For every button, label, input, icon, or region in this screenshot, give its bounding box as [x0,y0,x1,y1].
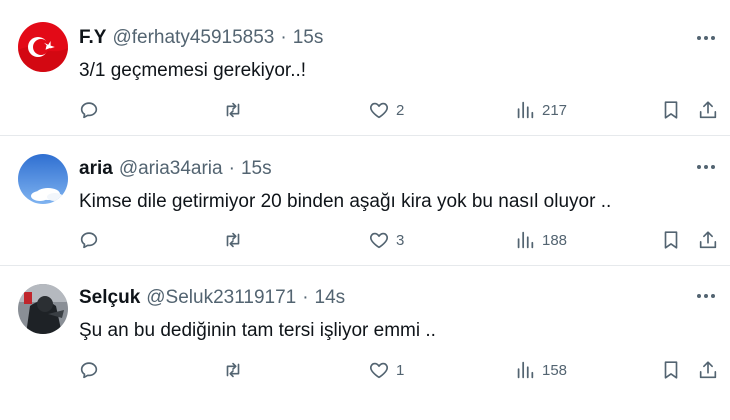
tweet[interactable]: aria @aria34aria · 15s Kimse dile getirm… [0,136,730,266]
bookmark-icon [664,101,678,119]
views-button[interactable]: 217 [514,98,567,122]
display-name[interactable]: Selçuk [79,287,140,309]
bookmark-icon [664,361,678,379]
reply-button[interactable] [78,228,100,252]
share-icon [699,361,717,379]
views-icon [517,361,534,379]
turkish-flag-avatar [18,22,68,72]
tweet-text: Kimse dile getirmiyor 20 binden aşağı ki… [79,191,612,212]
bookmark-button[interactable] [660,98,682,122]
bookmark-button[interactable] [660,358,682,382]
more-options-icon[interactable] [694,28,718,48]
user-handle[interactable]: @aria34aria [119,158,223,180]
avatar[interactable] [18,22,68,72]
timestamp[interactable]: 15s [241,158,272,180]
view-count: 188 [542,231,568,249]
bookmark-icon [664,231,678,249]
like-count: 3 [396,231,405,249]
like-button[interactable]: 2 [368,98,404,122]
views-button[interactable]: 188 [514,228,567,252]
action-bar: 2 217 [0,98,730,122]
views-button[interactable]: 158 [514,358,567,382]
tweet[interactable]: F.Y @ferhaty45915853 · 15s 3/1 geçmemesi… [0,0,730,136]
avatar[interactable] [18,284,68,334]
separator-dot: · [302,287,309,308]
share-button[interactable] [697,358,719,382]
display-name[interactable]: F.Y [79,27,106,49]
heart-icon [370,362,388,379]
like-button[interactable]: 3 [368,228,404,252]
retweet-button[interactable] [222,358,244,382]
retweet-icon [226,102,240,118]
share-button[interactable] [697,228,719,252]
tweet-feed: F.Y @ferhaty45915853 · 15s 3/1 geçmemesi… [0,0,730,420]
action-bar: 3 188 [0,228,730,252]
retweet-button[interactable] [222,98,244,122]
reply-button[interactable] [78,98,100,122]
reply-icon [80,232,98,249]
more-options-icon[interactable] [694,157,718,177]
reply-icon [80,362,98,379]
avatar[interactable] [18,154,68,204]
retweet-icon [226,232,240,248]
separator-dot: · [280,27,287,48]
reply-icon [80,102,98,119]
timestamp[interactable]: 15s [293,27,324,49]
action-bar: 1 158 [0,358,730,382]
heart-icon [370,102,388,119]
display-name[interactable]: aria [79,158,113,180]
views-icon [517,231,534,249]
like-count: 1 [396,361,405,379]
share-icon [699,101,717,119]
dark-figure-avatar [18,284,68,334]
user-handle[interactable]: @Seluk23119171 [146,287,296,309]
retweet-button[interactable] [222,228,244,252]
like-count: 2 [396,101,405,119]
tweet-header: F.Y @ferhaty45915853 · 15s [79,26,323,50]
views-icon [517,101,534,119]
more-options-icon[interactable] [694,286,718,306]
user-handle[interactable]: @ferhaty45915853 [112,27,274,49]
retweet-icon [226,362,240,378]
tweet[interactable]: Selçuk @Seluk23119171 · 14s Şu an bu ded… [0,266,730,420]
heart-icon [370,232,388,249]
tweet-header: aria @aria34aria · 15s [79,157,272,181]
tweet-text: Şu an bu dediğinin tam tersi işliyor emm… [79,320,436,341]
tweet-text: 3/1 geçmemesi gerekiyor..! [79,60,307,81]
share-icon [699,231,717,249]
view-count: 217 [542,101,568,119]
reply-button[interactable] [78,358,100,382]
share-button[interactable] [697,98,719,122]
sky-cloud-avatar [18,154,68,204]
separator-dot: · [228,158,235,179]
like-button[interactable]: 1 [368,358,404,382]
timestamp[interactable]: 14s [315,287,346,309]
tweet-header: Selçuk @Seluk23119171 · 14s [79,286,345,310]
bookmark-button[interactable] [660,228,682,252]
view-count: 158 [542,361,568,379]
